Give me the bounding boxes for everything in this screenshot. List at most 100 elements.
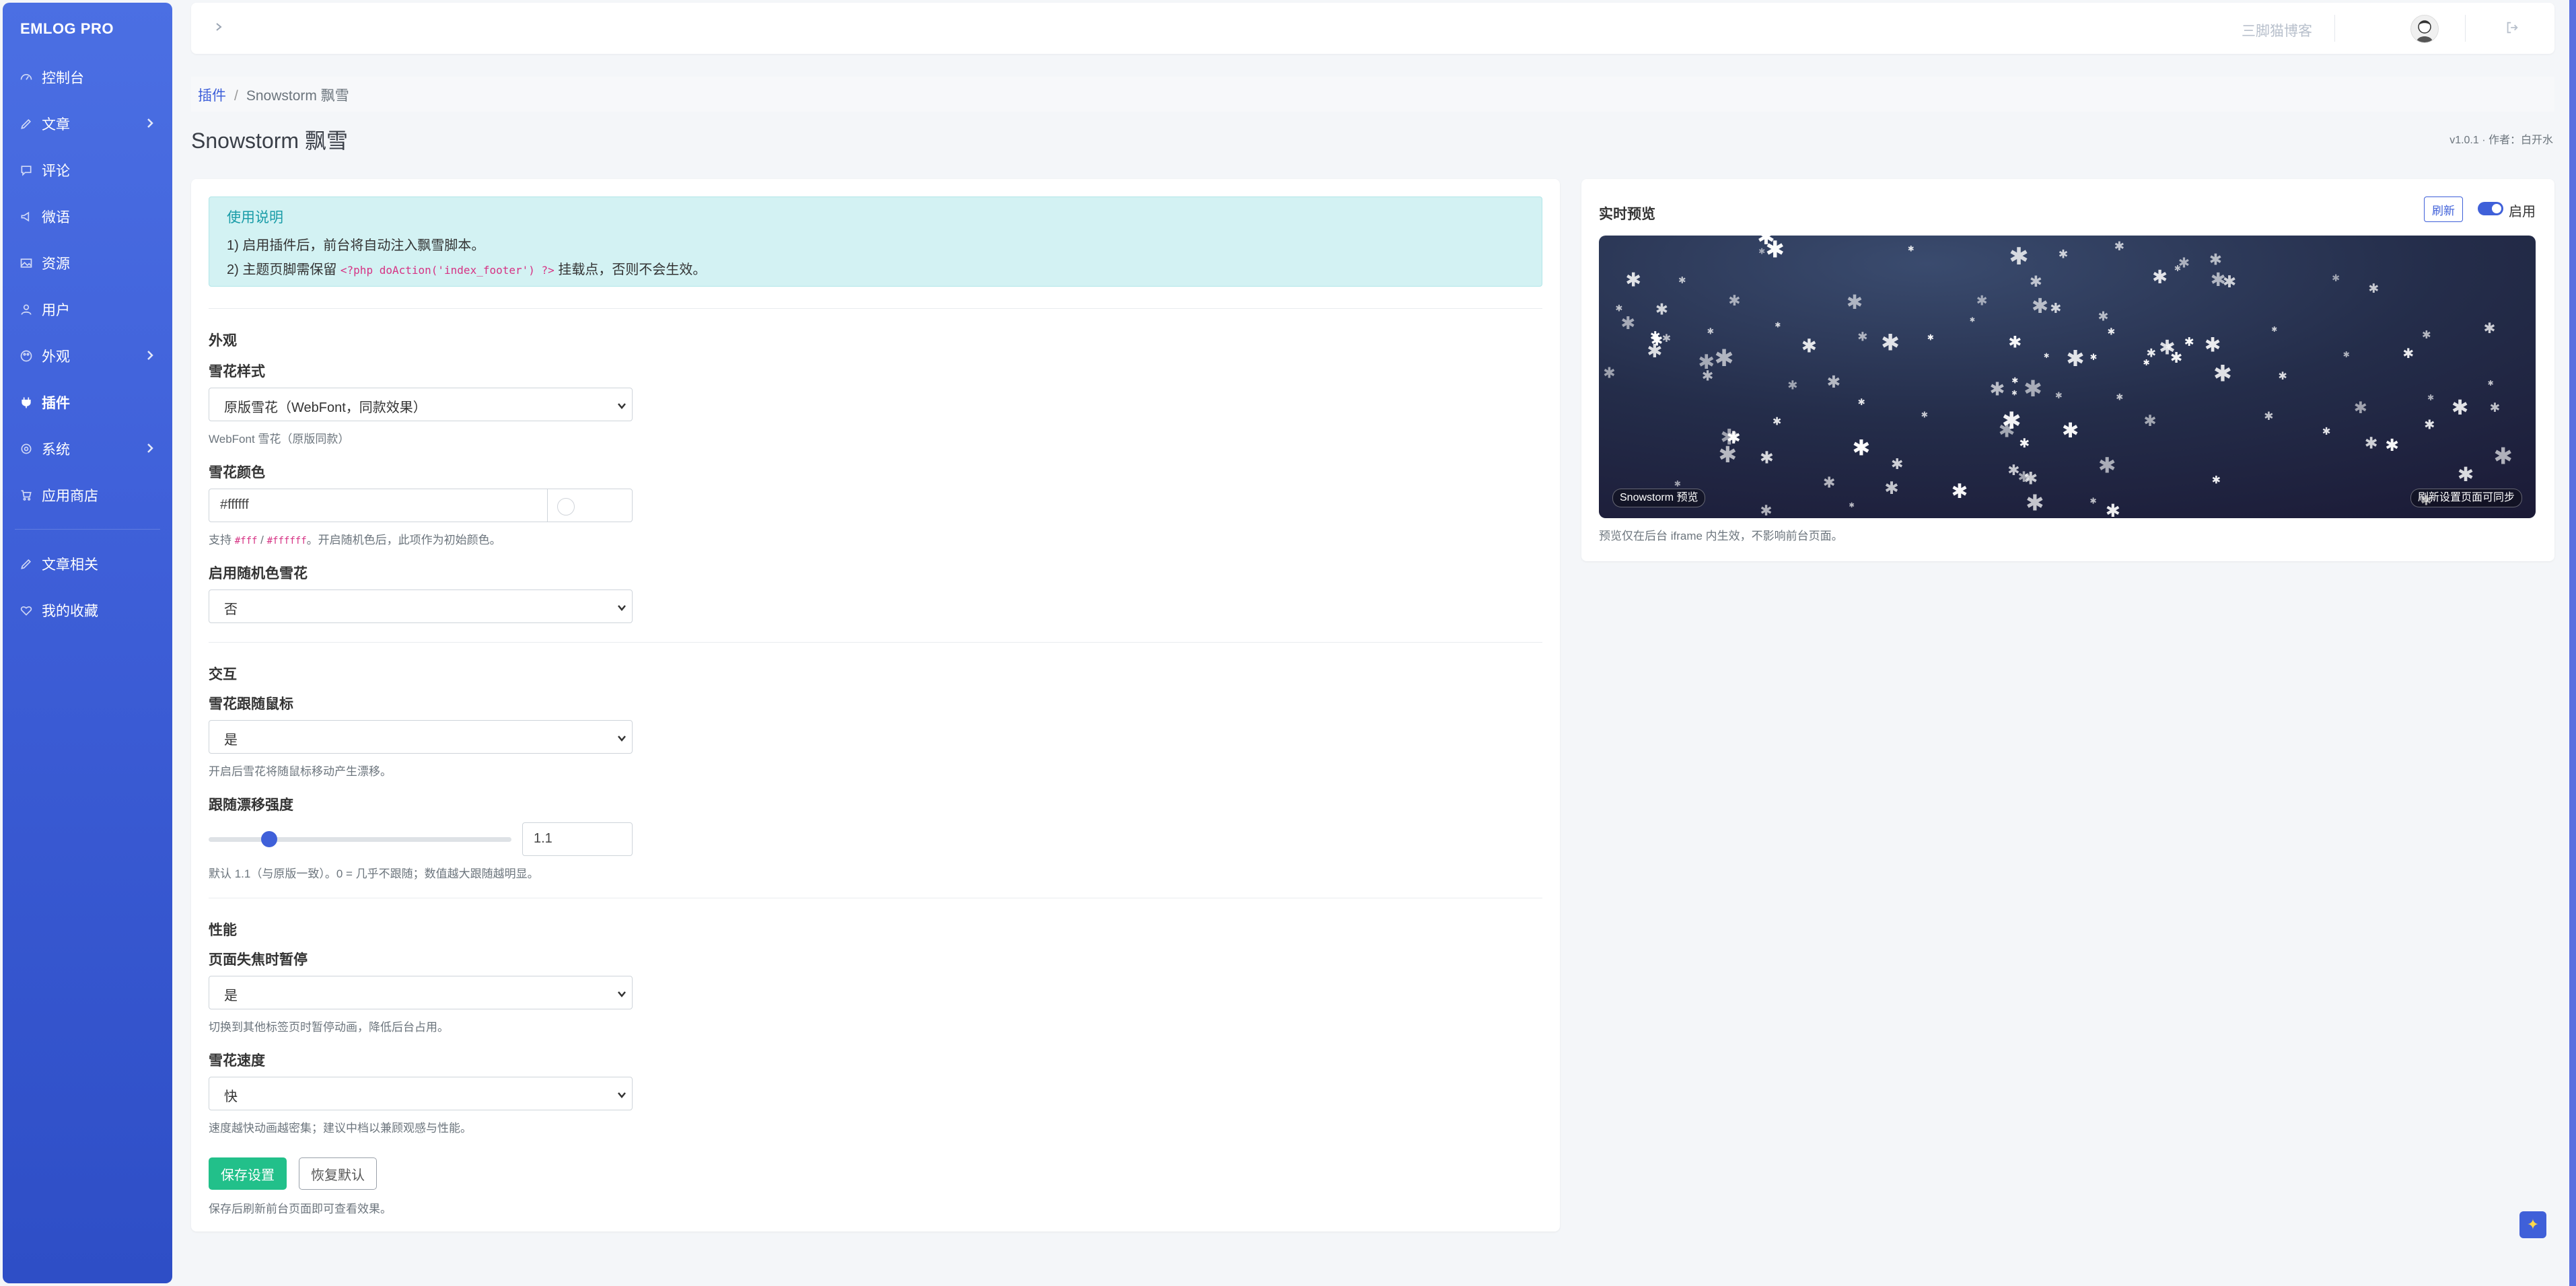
preview-enable-toggle[interactable] — [2478, 202, 2503, 215]
chevron-down-icon — [617, 399, 627, 409]
snowflake: ✱ — [2019, 436, 2030, 450]
snowflake: ✱ — [2174, 264, 2181, 273]
snow-speed-help: 速度越快动画越密集；建议中档以兼顾观感与性能。 — [209, 1122, 472, 1135]
snowflake: ✱ — [2458, 464, 2474, 486]
snowflake: ✱ — [2066, 346, 2085, 371]
preview-card: 实时预览 刷新 启用 ✱ ✱ ✱ ✱ ✱ ✱ ✱ ✱ ✱ ✱ ✱ ✱ ✱ ✱ ✱ ✱ ✱ ✱ ✱ ✱ ✱ ✱ ✱ ✱ ✱ ✱ ✱ ✱ ✱… — [1581, 179, 2554, 561]
pause-on-blur-select[interactable]: 是 — [209, 976, 633, 1009]
snowflake: ✱ — [1662, 333, 1671, 345]
logout-icon[interactable] — [2505, 20, 2521, 36]
snow-speed-select[interactable]: 快 — [209, 1077, 633, 1110]
snowflake: ✱ — [1989, 379, 2005, 400]
sidebar-item-system[interactable]: 系统 — [3, 425, 172, 472]
reset-default-button[interactable]: 恢复默认 — [299, 1157, 377, 1190]
snowflake: ✱ — [2011, 376, 2018, 386]
sidebar-item-article-related[interactable]: 文章相关 — [3, 540, 172, 587]
snowflake: ✱ — [2044, 353, 2050, 360]
snowflake: ✱ — [2143, 358, 2150, 367]
sidebar-item-label: 系统 — [42, 441, 70, 458]
drift-strength-slider[interactable] — [209, 829, 511, 849]
snow-style-label: 雪花样式 — [209, 364, 265, 380]
snowflake: ✱ — [2422, 329, 2431, 341]
snow-color-input[interactable]: #ffffff — [209, 489, 548, 522]
snowflake: ✱ — [1773, 416, 1782, 428]
usage-alert: 使用说明 1) 启用插件后，前台将自动注入飘雪脚本。 2) 主题页脚需保留 <?… — [209, 197, 1542, 287]
page-title: Snowstorm 飘雪 — [191, 129, 348, 153]
heart-icon — [19, 603, 34, 618]
sidebar-item-media[interactable]: 资源 — [3, 240, 172, 286]
pause-on-blur-help: 切换到其他标签页时暂停动画，降低后台占用。 — [209, 1021, 449, 1034]
preview-refresh-button[interactable]: 刷新 — [2424, 197, 2463, 222]
snowflake: ✱ — [1927, 333, 1934, 343]
snow-preview-canvas: ✱ ✱ ✱ ✱ ✱ ✱ ✱ ✱ ✱ ✱ ✱ ✱ ✱ ✱ ✱ ✱ ✱ ✱ ✱ ✱ ✱ ✱ ✱ ✱ ✱ ✱ ✱ ✱ ✱ ✱ ✱ ✱ ✱ ✱ ✱ ✱ ✱ ✱ ✱ ✱… — [1599, 236, 2536, 518]
help-code: #ffffff — [266, 536, 307, 546]
drift-strength-input[interactable]: 1.1 — [522, 822, 633, 856]
follow-mouse-select[interactable]: 是 — [209, 720, 633, 754]
section-appearance: 外观 — [209, 333, 237, 349]
snowflake: ✱ — [2354, 399, 2367, 417]
snowflake: ✱ — [1603, 365, 1615, 382]
snowflake: ✱ — [1801, 335, 1817, 356]
preview-iframe[interactable]: ✱ ✱ ✱ ✱ ✱ ✱ ✱ ✱ ✱ ✱ ✱ ✱ ✱ ✱ ✱ ✱ ✱ ✱ ✱ ✱ ✱ ✱ ✱ ✱ ✱ ✱ ✱ ✱ ✱ ✱ ✱ ✱ ✱ ✱ ✱ ✱ ✱ ✱ ✱ ✱… — [1599, 236, 2536, 518]
snowflake: ✱ — [1760, 448, 1774, 467]
snowflake: ✱ — [1620, 313, 1635, 333]
sidebar-item-users[interactable]: 用户 — [3, 286, 172, 332]
sidebar-item-dashboard[interactable]: 控制台 — [3, 54, 172, 100]
save-settings-button[interactable]: 保存设置 — [209, 1157, 287, 1190]
snowflake: ✱ — [1650, 330, 1661, 344]
breadcrumb-plugins-link[interactable]: 插件 — [198, 88, 226, 104]
avatar[interactable] — [2410, 15, 2439, 43]
divider — [209, 308, 1542, 309]
sidebar-item-twitter[interactable]: 微语 — [3, 193, 172, 240]
sidebar-item-articles[interactable]: 文章 — [3, 100, 172, 147]
usage-text: 挂载点，否则不会生效。 — [554, 262, 707, 277]
snowflake: ✱ — [1881, 330, 1900, 355]
snowflake: ✱ — [2490, 400, 2501, 415]
sidebar-item-comments[interactable]: 评论 — [3, 147, 172, 193]
snowflake: ✱ — [2484, 320, 2496, 336]
snow-style-help: WebFont 雪花（原版同款） — [209, 433, 350, 445]
snowflake: ✱ — [2009, 244, 2029, 270]
drift-strength-label: 跟随漂移强度 — [209, 797, 293, 813]
snowflake: ✱ — [1775, 322, 1781, 330]
snowflake: ✱ — [1728, 292, 1740, 309]
pencil-icon — [19, 116, 34, 131]
site-name-link[interactable]: 三脚猫博客 — [2242, 20, 2312, 40]
sidebar-item-label: 微语 — [42, 209, 70, 225]
sidebar: EMLOG PRO 控制台 文章 评论 微语 资源 用户 外观 插件 系统 应用… — [3, 3, 172, 1283]
snowflake: ✱ — [1857, 330, 1867, 344]
save-note: 保存后刷新前台页面即可查看效果。 — [209, 1203, 392, 1215]
help-code: #fff — [234, 536, 258, 546]
sidebar-item-appearance[interactable]: 外观 — [3, 332, 172, 379]
snowflake: ✱ — [2264, 410, 2273, 423]
snowflake: ✱ — [1823, 474, 1836, 491]
sidebar-item-label: 插件 — [42, 395, 70, 411]
breadcrumb-current: Snowstorm 飘雪 — [246, 88, 349, 104]
sidebar-item-store[interactable]: 应用商店 — [3, 472, 172, 518]
snowflake: ✱ — [2098, 454, 2116, 478]
snowflake: ✱ — [1615, 303, 1622, 314]
snowflake: ✱ — [1625, 269, 1641, 291]
snowflake: ✱ — [1707, 327, 1714, 336]
page-scrollbar[interactable] — [2569, 0, 2576, 1286]
brand-logo[interactable]: EMLOG PRO — [20, 20, 114, 38]
slider-thumb[interactable] — [261, 831, 277, 847]
snow-color-picker[interactable] — [547, 489, 633, 522]
snowflake: ✱ — [2368, 282, 2379, 296]
snow-style-select[interactable]: 原版雪花（WebFont，同款效果） — [209, 388, 633, 421]
comment-icon — [19, 163, 34, 178]
sidebar-item-plugins[interactable]: 插件 — [3, 379, 172, 425]
snowflake: ✱ — [1714, 345, 1733, 371]
pause-on-blur-label: 页面失焦时暂停 — [209, 952, 308, 968]
snowflake: ✱ — [1727, 429, 1741, 448]
sidebar-toggle-icon[interactable] — [214, 20, 227, 36]
sidebar-item-favorites[interactable]: 我的收藏 — [3, 587, 172, 633]
snowflake: ✱ — [2493, 444, 2513, 470]
pause-on-blur-value: 是 — [224, 989, 238, 1003]
random-color-select[interactable]: 否 — [209, 590, 633, 623]
snowflake: ✱ — [2030, 273, 2042, 290]
megaphone-icon — [19, 209, 34, 224]
sidebar-item-label: 我的收藏 — [42, 603, 98, 619]
sparkle-fab-button[interactable]: ✦ — [2519, 1211, 2546, 1238]
snowflake: ✱ — [2343, 350, 2350, 359]
